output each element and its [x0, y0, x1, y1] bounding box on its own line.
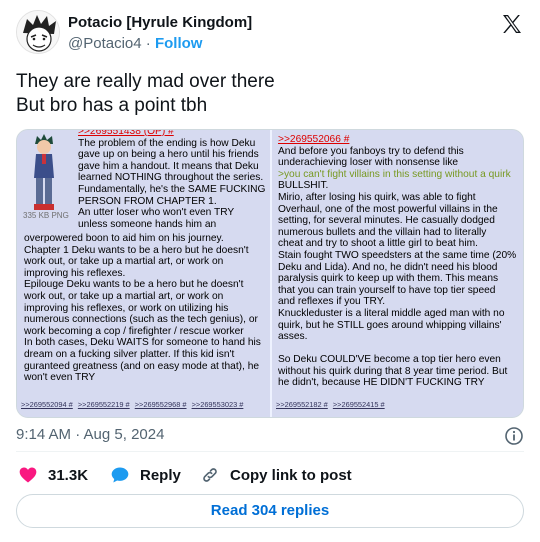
follow-button[interactable]: Follow	[155, 35, 203, 52]
post-line: paralysis quirk to keep up with them. Th…	[278, 273, 499, 285]
copy-link-label: Copy link to post	[230, 466, 352, 484]
post-number-link[interactable]: >>269552066 #	[278, 134, 523, 146]
reply-button[interactable]: Reply	[110, 464, 181, 486]
post-line: gave up on being a hero until his friend…	[78, 149, 259, 161]
post-line: without his quirk during that 8 year tim…	[278, 365, 508, 377]
like-count: 31.3K	[48, 466, 89, 484]
tweet-meta: 9:14 AM · Aug 5, 2024	[16, 426, 524, 446]
post-line: Epilouge Deku wants to be a hero but he …	[24, 279, 244, 291]
divider	[16, 451, 524, 452]
backlink[interactable]: >>269552094 #	[21, 400, 73, 409]
media-image[interactable]: 335 KB PNG >>269551438 (OP) # The proble…	[16, 129, 524, 418]
post-line: quirk, but he STILL goes around whipping…	[278, 319, 502, 331]
avatar[interactable]	[16, 10, 60, 54]
right-backlinks: >>269552182 # >>269552415 #	[276, 399, 388, 411]
greentext-line: >you can't fight villains in this settin…	[278, 168, 511, 180]
post-line: won't even TRY	[24, 372, 96, 384]
post-line: Deku and Lida). And no, he didn't need h…	[278, 261, 498, 273]
post-line: work becoming a cop / firefighter / resc…	[24, 325, 244, 337]
post-line: cheat and try to shoot a little girl to …	[278, 238, 478, 250]
post-line: improving his reflexes, or work on utili…	[24, 302, 229, 314]
reply-bubble-icon	[111, 467, 129, 483]
post-line: Fundamentally, he's the SAME FUCKING	[78, 183, 266, 195]
left-post-top-block: >>269551438 (OP) # The problem of the en…	[78, 130, 268, 230]
post-line: BULLSHIT.	[278, 180, 329, 192]
post-line: he didn't, because HE DIDN'T FUCKING TRY	[278, 377, 485, 389]
tweet-line: But bro has a point tbh	[16, 95, 208, 116]
post-line: unless someone hands him an	[78, 218, 217, 230]
copy-link-button[interactable]: Copy link to post	[200, 464, 352, 486]
backlink[interactable]: >>269552415 #	[333, 400, 385, 409]
right-post: >>269552066 # And before you fanboys try…	[272, 130, 523, 417]
author-name[interactable]: Potacio [Hyrule Kingdom]	[68, 14, 252, 31]
link-icon	[203, 468, 217, 482]
post-line: work out, or take up a martial art, or w…	[24, 290, 224, 302]
post-line: overpowered boon to aid him on his journ…	[24, 233, 224, 244]
post-line: and reflexes if you TRY.	[278, 296, 386, 308]
post-line: gave him a handout. It means that Deku	[78, 160, 259, 172]
post-line: In both cases, Deku WAITS for someone to…	[24, 337, 261, 349]
post-line: So Deku COULD'VE become a top tier hero …	[278, 354, 501, 366]
left-backlinks: >>269552094 # >>269552219 # >>269552968 …	[21, 399, 246, 411]
backlink[interactable]: >>269552219 #	[78, 400, 130, 409]
backlink[interactable]: >>269552968 #	[135, 400, 187, 409]
post-line: learned NOTHING throughout the series.	[78, 172, 264, 184]
post-line: Stain fought TWO speedsters at the same …	[278, 249, 517, 261]
like-button[interactable]: 31.3K	[18, 464, 88, 486]
heart-icon	[19, 467, 37, 483]
post-line: The problem of the ending is how Deku	[78, 137, 256, 149]
tweet-header: Potacio [Hyrule Kingdom] @Potacio4 · Fol…	[16, 10, 524, 58]
post-line: An utter loser who won't even TRY	[78, 207, 235, 219]
author-handle[interactable]: @Potacio4	[68, 35, 142, 52]
avatar-drawing-icon	[17, 11, 59, 53]
deku-thumbnail-icon	[34, 134, 54, 210]
reply-label: Reply	[140, 466, 181, 484]
post-line: improving his reflexes.	[24, 267, 126, 279]
post-line: underachieving loser with nonsense like	[278, 157, 459, 169]
post-line: work out, or take up a martial art, or w…	[24, 256, 224, 268]
backlink[interactable]: >>269552182 #	[276, 400, 328, 409]
left-post: 335 KB PNG >>269551438 (OP) # The proble…	[17, 130, 270, 417]
right-post-body: >>269552066 # And before you fanboys try…	[278, 134, 523, 389]
timestamp-link[interactable]: 9:14 AM · Aug 5, 2024	[16, 426, 164, 443]
separator-dot: ·	[145, 35, 151, 52]
embedded-tweet-card: Potacio [Hyrule Kingdom] @Potacio4 · Fol…	[0, 0, 540, 542]
tweet-line: They are really mad over there	[16, 71, 275, 92]
post-line: numerous bullets and the villain had to …	[278, 226, 487, 238]
post-line: numerous connections (such as the tech g…	[24, 314, 258, 326]
post-line: asses.	[278, 331, 308, 343]
tweet-text: They are really mad over there But bro h…	[16, 70, 524, 118]
file-size-label: 335 KB PNG	[23, 211, 69, 220]
post-line: PERSON FROM CHAPTER 1.	[78, 195, 217, 207]
post-number-link[interactable]: >>269551438 (OP) #	[78, 130, 268, 138]
post-line: Overhaul, one of the most powerful villa…	[278, 203, 498, 215]
post-line: that you can train yourself to have top …	[278, 284, 496, 296]
author-handle-row: @Potacio4 · Follow	[68, 35, 202, 52]
post-line: And before you fanboys try to defend thi…	[278, 145, 464, 157]
tweet-actions: 31.3K Reply Copy link to post	[16, 462, 524, 488]
post-line: setting, for several minutes. He casuall…	[278, 215, 495, 227]
left-post-body: overpowered boon to aid him on his journ…	[24, 233, 268, 384]
post-line: guranteed greatness (and on easy mode at…	[24, 360, 260, 372]
x-logo-icon[interactable]	[500, 12, 524, 36]
post-line: dream on a fucking silver platter. If th…	[24, 348, 235, 360]
post-line: Chapter 1 Deku wants to be a hero but he…	[24, 244, 249, 256]
backlink[interactable]: >>269553023 #	[192, 400, 244, 409]
post-line: Mirio, after losing his quirk, was able …	[278, 191, 476, 203]
read-replies-button[interactable]: Read 304 replies	[16, 494, 524, 528]
info-icon[interactable]	[504, 426, 524, 446]
post-line: Knuckleduster is a literal middle aged m…	[278, 307, 505, 319]
